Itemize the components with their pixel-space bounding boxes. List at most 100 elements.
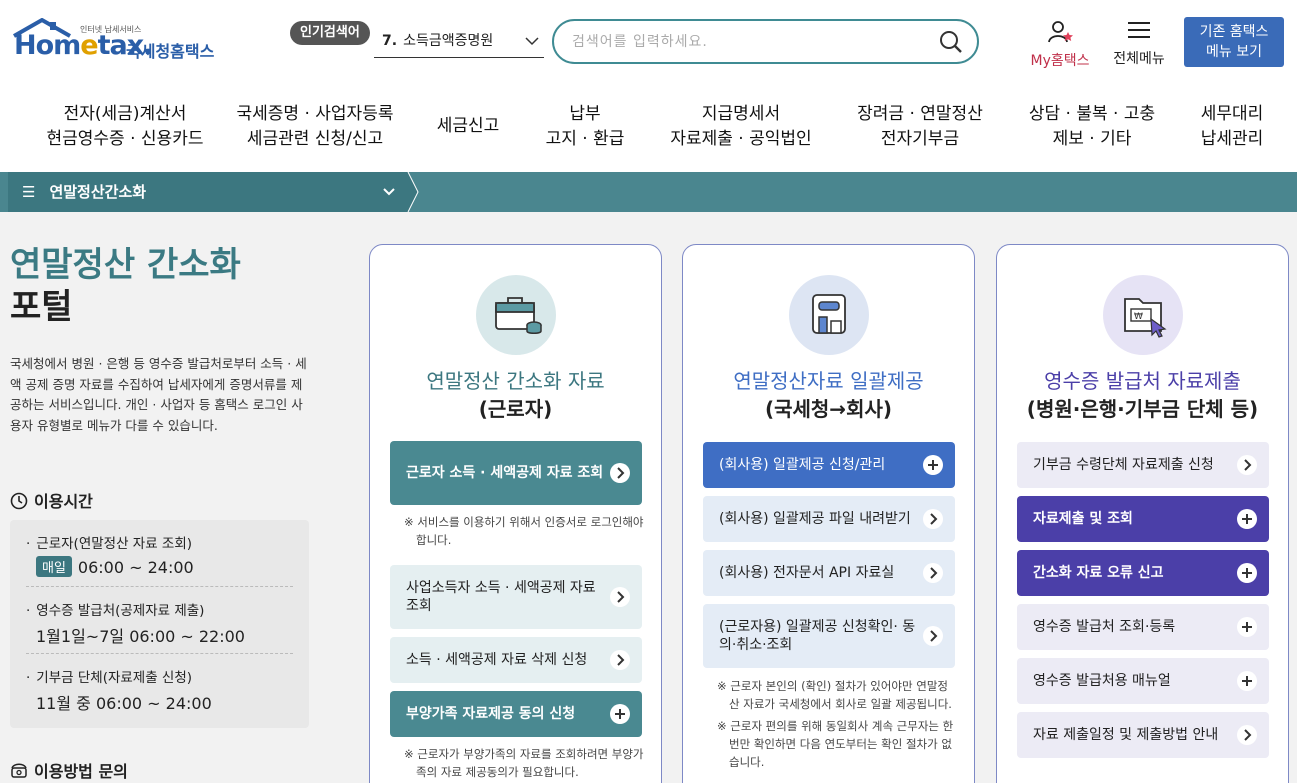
arrow-right-circle-icon bbox=[610, 463, 630, 483]
menu-icon: ☰ bbox=[22, 183, 36, 201]
hours-item: 근로자(연말정산 자료 조회) 매일 06:00 ~ 24:00 bbox=[26, 520, 293, 587]
breadcrumb-menu[interactable]: ☰ 연말정산간소화 bbox=[8, 172, 408, 212]
search-input[interactable] bbox=[572, 31, 912, 53]
button-label: (회사용) 전자문서 API 자료실 bbox=[719, 565, 895, 581]
card-title-main: 연말정산자료 일괄제공 bbox=[733, 369, 924, 393]
card-note: ※ 근로자 본인의 (확인) 절차가 있어야만 연말정산 자료가 국세청에서 회… bbox=[717, 677, 957, 771]
hours-time-text: 1월1일~7일 06:00 ~ 22:00 bbox=[36, 627, 245, 646]
header: 인터넷 납세서비스 Hometax. 국세청홈택스 인기검색어 7. 소득금액증명… bbox=[0, 0, 1297, 88]
deduction-delete-request-button[interactable]: 소득 · 세액공제 자료 삭제 신청 bbox=[390, 637, 642, 683]
button-label: 영수증 발급처용 매뉴얼 bbox=[1033, 673, 1171, 689]
plus-circle-icon bbox=[610, 704, 630, 724]
bulk-file-download-button[interactable]: (회사용) 일괄제공 파일 내려받기 bbox=[703, 496, 955, 542]
gnb-label-2: 자료제출 · 공익법인 bbox=[670, 129, 812, 149]
gnb-item-tax-invoice[interactable]: 전자(세금)계산서 현금영수증 · 신용카드 bbox=[30, 102, 220, 152]
error-report-button[interactable]: 간소화 자료 오류 신고 bbox=[1017, 550, 1269, 596]
all-menu-label: 전체메뉴 bbox=[1113, 51, 1165, 67]
my-hometax-label: My홈택스 bbox=[1030, 53, 1090, 69]
gnb-item-payment[interactable]: 납부 고지 · 환급 bbox=[525, 102, 645, 152]
bulk-provide-apply-button[interactable]: (회사용) 일괄제공 신청/관리 bbox=[703, 442, 955, 488]
card-title-main: 연말정산 간소화 자료 bbox=[426, 369, 605, 393]
chevron-right-icon bbox=[1237, 455, 1257, 475]
button-label: (근로자용) 일괄제공 신청확인· 동의·취소·조회 bbox=[719, 619, 916, 653]
issuer-inquiry-register-button[interactable]: 영수증 발급처 조회·등록 bbox=[1017, 604, 1269, 650]
gnb-label-2: 현금영수증 · 신용카드 bbox=[46, 129, 204, 149]
button-label: (회사용) 일괄제공 파일 내려받기 bbox=[719, 511, 911, 527]
popular-search-select[interactable]: 7. 소득금액증명원 bbox=[374, 26, 544, 58]
chevron-right-icon bbox=[923, 626, 943, 646]
employee-deduction-inquiry-button[interactable]: 근로자 소득 · 세액공제 자료 조회 bbox=[390, 441, 642, 505]
employee-bulk-consent-button[interactable]: (근로자용) 일괄제공 신청확인· 동의·취소·조회 bbox=[703, 604, 955, 668]
gnb-label-2: 전자기부금 bbox=[880, 129, 960, 149]
gnb-item-tax-agent[interactable]: 세무대리납세관리 bbox=[1184, 102, 1280, 152]
submit-and-inquiry-button[interactable]: 자료제출 및 조회 bbox=[1017, 496, 1269, 542]
card-receipt-issuer: ₩ 영수증 발급처 자료제출 (병원·은행·기부금 단체 등) 기부금 수령단체… bbox=[996, 244, 1289, 783]
hours-category: 기부금 단체(자료제출 신청) bbox=[26, 666, 293, 686]
business-deduction-inquiry-button[interactable]: 사업소득자 소득 · 세액공제 자료 조회 bbox=[390, 565, 642, 629]
card-title: 연말정산 간소화 자료 (근로자) bbox=[370, 367, 661, 423]
gnb-item-tax-report[interactable]: 세금신고 bbox=[418, 114, 518, 139]
popular-search-tag: 인기검색어 bbox=[290, 21, 370, 45]
card-employee: 연말정산 간소화 자료 (근로자) 근로자 소득 · 세액공제 자료 조회 ※ … bbox=[369, 244, 662, 783]
card-note: ※ 근로자가 부양가족의 자료를 조회하려면 부양가족의 자료 제공동의가 필요… bbox=[404, 745, 644, 781]
button-label: 근로자 소득 · 세액공제 자료 조회 bbox=[406, 465, 604, 481]
main-content: 연말정산 간소화 포털 국세청에서 병원 · 은행 등 영수증 발급처로부터 소… bbox=[0, 212, 1297, 783]
hours-time: 11월 중 06:00 ~ 24:00 bbox=[26, 690, 293, 714]
document-cursor-icon: ₩ bbox=[1103, 275, 1183, 355]
plus-icon bbox=[1237, 671, 1257, 691]
breadcrumb-label: 연말정산간소화 bbox=[49, 183, 147, 201]
hours-heading: 이용시간 bbox=[10, 488, 93, 512]
hours-category: 근로자(연말정산 자료 조회) bbox=[26, 532, 293, 552]
gnb-label-1: 상담 · 불복 · 고충 bbox=[1028, 104, 1156, 124]
api-library-button[interactable]: (회사용) 전자문서 API 자료실 bbox=[703, 550, 955, 596]
plus-circle-icon bbox=[923, 455, 943, 475]
contact-heading-text: 이용방법 문의 bbox=[34, 762, 128, 781]
gnb-item-year-end[interactable]: 장려금 · 연말정산 전자기부금 bbox=[840, 102, 1000, 152]
my-hometax-button[interactable]: My홈택스 bbox=[1024, 20, 1096, 70]
card-title: 영수증 발급처 자료제출 (병원·은행·기부금 단체 등) bbox=[997, 367, 1288, 423]
gnb-item-consult[interactable]: 상담 · 불복 · 고충제보 · 기타 bbox=[1012, 102, 1172, 152]
old-menu-button[interactable]: 기존 홈택스 메뉴 보기 bbox=[1184, 17, 1284, 67]
search-icon[interactable] bbox=[939, 30, 963, 54]
hometax-logo[interactable]: 인터넷 납세서비스 Hometax. 국세청홈택스 bbox=[12, 18, 227, 68]
card-title-sub: (병원·은행·기부금 단체 등) bbox=[1026, 397, 1259, 421]
svg-text:₩: ₩ bbox=[1134, 312, 1143, 322]
hours-box: 근로자(연말정산 자료 조회) 매일 06:00 ~ 24:00 영수증 발급처(… bbox=[10, 520, 309, 728]
hours-time-text: 11월 중 06:00 ~ 24:00 bbox=[36, 694, 212, 713]
logo-korean-name: 국세청홈택스 bbox=[126, 42, 215, 61]
contact-heading: 이용방법 문의 bbox=[10, 758, 128, 782]
card-title: 연말정산자료 일괄제공 (국세청→회사) bbox=[683, 367, 974, 423]
gnb-label-2: 납세관리 bbox=[1200, 129, 1264, 149]
note-text: ※ 근로자 편의를 위해 동일회사 계속 근무자는 한 번만 확인하면 다음 연… bbox=[717, 719, 954, 769]
button-label: 기부금 수령단체 자료제출 신청 bbox=[1033, 457, 1214, 473]
gnb-label-2: 세금관련 신청/신고 bbox=[246, 129, 384, 149]
donation-submit-apply-button[interactable]: 기부금 수령단체 자료제출 신청 bbox=[1017, 442, 1269, 488]
hours-item: 영수증 발급처(공제자료 제출) 1월1일~7일 06:00 ~ 22:00 bbox=[26, 587, 293, 654]
all-menu-button[interactable]: 전체메뉴 bbox=[1108, 20, 1170, 68]
button-label: 자료 제출일정 및 제출방법 안내 bbox=[1033, 727, 1219, 743]
gnb-label-2: 제보 · 기타 bbox=[1052, 129, 1132, 149]
gnb-item-certificate[interactable]: 국세증명 · 사업자등록 세금관련 신청/신고 bbox=[220, 102, 410, 152]
chevron-right-icon bbox=[610, 650, 630, 670]
dependent-consent-button[interactable]: 부양가족 자료제공 동의 신청 bbox=[390, 691, 642, 737]
card-title-sub: (근로자) bbox=[478, 397, 553, 421]
gnb-label-1: 지급명세서 bbox=[701, 104, 781, 124]
gnb-item-statement[interactable]: 지급명세서자료제출 · 공익법인 bbox=[655, 102, 827, 152]
phone-icon bbox=[11, 763, 27, 778]
submit-schedule-guide-button[interactable]: 자료 제출일정 및 제출방법 안내 bbox=[1017, 712, 1269, 758]
chevron-right-icon bbox=[610, 587, 630, 607]
button-label: 자료제출 및 조회 bbox=[1033, 511, 1133, 527]
gnb-label-1: 세무대리 bbox=[1200, 104, 1264, 124]
button-label: 간소화 자료 오류 신고 bbox=[1033, 565, 1164, 581]
hours-item: 기부금 단체(자료제출 신청) 11월 중 06:00 ~ 24:00 bbox=[26, 654, 293, 721]
issuer-manual-button[interactable]: 영수증 발급처용 매뉴얼 bbox=[1017, 658, 1269, 704]
button-label: 소득 · 세액공제 자료 삭제 신청 bbox=[406, 652, 588, 668]
gnb-label-1: 납부 bbox=[569, 104, 601, 124]
chevron-right-icon bbox=[923, 509, 943, 529]
card-bulk-provide: 연말정산자료 일괄제공 (국세청→회사) (회사용) 일괄제공 신청/관리 (회… bbox=[682, 244, 975, 783]
note-text: ※ 근로자가 부양가족의 자료를 조회하려면 부양가족의 자료 제공동의가 필요… bbox=[404, 747, 644, 779]
hours-time-text: 06:00 ~ 24:00 bbox=[77, 558, 194, 577]
user-star-icon bbox=[1048, 21, 1073, 43]
hours-category: 영수증 발급처(공제자료 제출) bbox=[26, 599, 293, 619]
popular-term: 소득금액증명원 bbox=[403, 33, 494, 49]
